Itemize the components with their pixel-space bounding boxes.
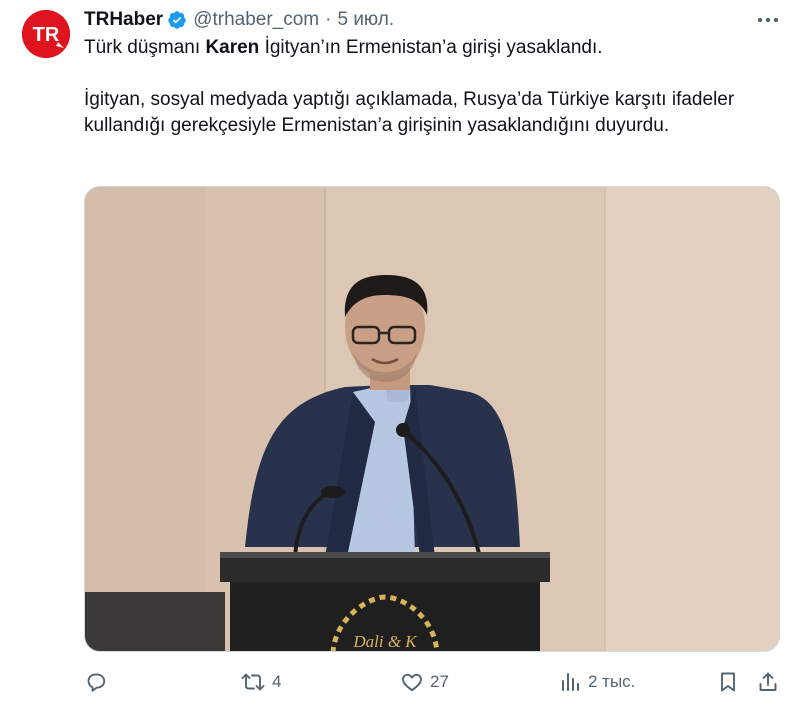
tweet-headline: Türk düşmanı Karen İgityan’ın Ermenistan… bbox=[84, 35, 774, 61]
reply-button[interactable] bbox=[84, 664, 114, 700]
retweet-count: 4 bbox=[272, 672, 282, 691]
bookmark-icon bbox=[721, 672, 735, 692]
headline-prefix: Türk düşmanı bbox=[84, 37, 206, 58]
retweet-icon bbox=[241, 673, 265, 691]
reply-icon bbox=[87, 673, 106, 692]
avatar[interactable]: TR bbox=[22, 10, 70, 58]
like-button[interactable]: 27 bbox=[400, 664, 449, 700]
views-button[interactable]: 2 тыс. bbox=[558, 664, 635, 700]
podium-logo-text: Dali & K bbox=[352, 632, 418, 651]
verified-badge-icon bbox=[167, 10, 187, 30]
share-icon bbox=[759, 672, 777, 691]
views-count: 2 тыс. bbox=[588, 672, 636, 691]
trhaber-logo: TR bbox=[22, 10, 70, 58]
photo-man-at-podium: Dali & K bbox=[85, 187, 779, 651]
tweet-text: Türk düşmanı Karen İgityan’ın Ermenistan… bbox=[84, 35, 774, 139]
share-button[interactable] bbox=[756, 664, 780, 700]
views-icon bbox=[562, 673, 579, 691]
avatar-text: TR bbox=[33, 24, 60, 46]
tweet-header: TRHaber @trhaber_com · 5 июл. bbox=[84, 8, 780, 32]
tweet-time[interactable]: 5 июл. bbox=[337, 9, 394, 31]
tweet-media-photo[interactable]: Dali & K bbox=[84, 186, 780, 652]
display-name[interactable]: TRHaber bbox=[84, 9, 163, 31]
separator-dot: · bbox=[325, 9, 332, 30]
headline-bold-name: Karen bbox=[205, 37, 260, 58]
tweet-body: İgityan, sosyal medyada yaptığı açıklama… bbox=[84, 89, 735, 136]
author-handle[interactable]: @trhaber_com bbox=[193, 9, 319, 31]
headline-suffix: İgityan’ın Ermenistan’a girişi yasakland… bbox=[259, 37, 603, 58]
tweet-actions: 4 27 2 тыс. bbox=[84, 664, 784, 700]
retweet-button[interactable]: 4 bbox=[240, 664, 281, 700]
heart-icon bbox=[402, 673, 422, 692]
more-options-icon[interactable] bbox=[754, 8, 782, 32]
like-count: 27 bbox=[430, 672, 449, 691]
bookmark-button[interactable] bbox=[716, 664, 740, 700]
